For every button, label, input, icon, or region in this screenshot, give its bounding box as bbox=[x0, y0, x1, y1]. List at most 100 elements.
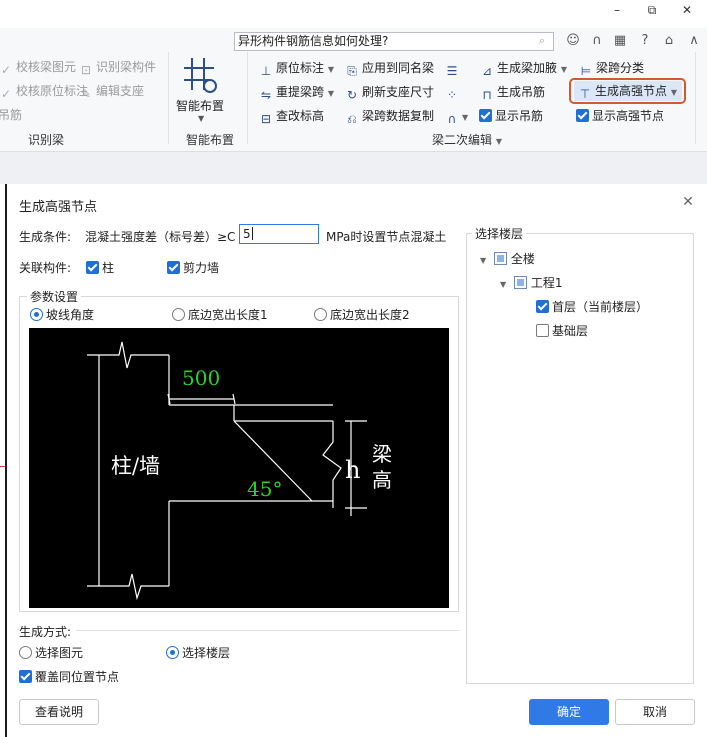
group-label-smart: 智能布置 bbox=[186, 133, 235, 147]
h-label: h bbox=[345, 456, 361, 484]
radio-unselected bbox=[172, 308, 185, 321]
radio-selected bbox=[30, 308, 43, 321]
radio-selected bbox=[166, 646, 179, 659]
help-button[interactable]: 查看说明 bbox=[19, 699, 99, 725]
chevron-down-icon[interactable]: ▼ bbox=[500, 280, 510, 289]
title-bar bbox=[0, 0, 707, 28]
hook-icon: ∩ bbox=[447, 112, 457, 126]
group-label-identify: 识别梁 bbox=[28, 133, 65, 147]
chevron-down-icon: ▼ bbox=[670, 88, 677, 97]
condition-suffix: MPa时设置节点混凝土 bbox=[326, 230, 447, 244]
refresh-icon: ↻ bbox=[346, 88, 358, 102]
restore-button[interactable]: ⧉ bbox=[637, 0, 667, 22]
radio-bottom-width-1[interactable]: 底边宽出长度1 bbox=[172, 306, 268, 323]
ok-button[interactable]: 确定 bbox=[529, 699, 609, 725]
ribbon-btn-check-beam[interactable]: ✓ 校核梁图元 bbox=[0, 57, 76, 77]
beam-label-1: 梁 bbox=[372, 442, 392, 466]
user-icon[interactable]: ☺ bbox=[564, 32, 582, 50]
search-text: 异形构件钢筋信息如何处理? bbox=[238, 34, 389, 48]
tree-item-project[interactable]: ▼ 工程1 bbox=[500, 274, 562, 291]
overwrite-checkbox[interactable]: 覆盖同位置节点 bbox=[19, 668, 119, 685]
radio-unselected bbox=[314, 308, 327, 321]
condition-text: 混凝土强度差（标号差）≥C bbox=[85, 230, 236, 244]
headset-icon[interactable]: ∩ bbox=[588, 32, 606, 50]
group-label-beam-edit: 梁二次编辑 ▼ bbox=[432, 133, 502, 147]
ribbon-btn-gen-haunch[interactable]: ⊿ 生成梁加腋 ▼ bbox=[479, 58, 567, 78]
angle-label: 45° bbox=[247, 477, 283, 501]
chevron-down-icon[interactable]: ▼ bbox=[480, 256, 490, 265]
ribbon-btn-grid[interactable]: ⁘ bbox=[444, 82, 462, 102]
smart-layout-button[interactable]: 智能布置 bbox=[176, 96, 224, 116]
ribbon-btn-list[interactable]: ☰ bbox=[444, 58, 462, 78]
haunch-icon: ⊿ bbox=[481, 64, 493, 78]
tree-item-foundation[interactable]: 基础层 bbox=[536, 322, 588, 339]
radio-select-floor[interactable]: 选择楼层 bbox=[166, 644, 230, 661]
smart-layout-icon[interactable] bbox=[180, 54, 224, 98]
radio-bottom-width-2[interactable]: 底边宽出长度2 bbox=[314, 306, 410, 323]
check-icon: ✓ bbox=[0, 87, 12, 101]
search-input[interactable]: 异形构件钢筋信息如何处理? ⌕ bbox=[234, 32, 554, 51]
divider bbox=[76, 630, 459, 631]
text-cursor bbox=[251, 227, 253, 240]
tree-item-first-floor[interactable]: 首层（当前楼层） bbox=[536, 298, 648, 315]
edit-icon: ✎ bbox=[80, 87, 92, 101]
chevron-up-icon[interactable]: ∧ bbox=[685, 32, 703, 50]
chevron-down-icon: ▼ bbox=[495, 137, 502, 146]
ribbon-btn-edit-support[interactable]: ✎ 编辑支座 bbox=[78, 81, 144, 101]
cancel-button[interactable]: 取消 bbox=[615, 699, 695, 725]
dimension-label: 500 bbox=[182, 366, 221, 390]
related-column-checkbox[interactable]: 柱 bbox=[86, 259, 114, 276]
condition-label: 生成条件: bbox=[19, 230, 72, 244]
checkbox-checked bbox=[19, 670, 32, 683]
label-icon: ⊥ bbox=[260, 64, 272, 78]
shirt-icon[interactable]: ⌂ bbox=[660, 32, 678, 50]
chevron-down-icon: ▼ bbox=[560, 65, 567, 74]
ribbon-btn-hanger[interactable]: 吊筋 bbox=[0, 105, 22, 125]
checkbox-checked bbox=[536, 300, 549, 313]
chevron-down-icon: ▼ bbox=[462, 113, 469, 122]
tree-item-all[interactable]: ▼ 全楼 bbox=[480, 250, 535, 267]
list-icon: ☰ bbox=[446, 64, 458, 78]
help-icon[interactable]: ? bbox=[636, 32, 654, 50]
classify-icon: ⊨ bbox=[580, 64, 592, 78]
floor-legend: 选择楼层 bbox=[472, 225, 527, 242]
strength-diff-input[interactable]: 5 bbox=[239, 224, 319, 244]
radio-select-element[interactable]: 选择图元 bbox=[19, 644, 83, 661]
ribbon-btn-identify-beam[interactable]: ⊡ 识别梁构件 bbox=[78, 57, 156, 77]
checkbox-partial bbox=[513, 276, 527, 289]
close-icon[interactable]: ✕ bbox=[680, 194, 696, 210]
params-legend: 参数设置 bbox=[27, 288, 82, 305]
checkbox-unchecked bbox=[536, 324, 549, 337]
ribbon-btn-refresh-support[interactable]: ↻ 刷新支座尺寸 bbox=[344, 82, 434, 102]
related-wall-checkbox[interactable]: 剪力墙 bbox=[167, 259, 219, 276]
node-icon: ⊤ bbox=[579, 87, 591, 101]
divider bbox=[247, 52, 248, 144]
minimize-button[interactable]: – bbox=[602, 0, 632, 22]
calendar-icon[interactable]: ▦ bbox=[611, 32, 629, 50]
search-icon[interactable]: ⌕ bbox=[535, 34, 549, 48]
ribbon-check-show-high-strength[interactable]: 显示高强节点 bbox=[576, 106, 664, 126]
ribbon-btn-span-classify[interactable]: ⊨ 梁跨分类 bbox=[578, 58, 644, 78]
apply-icon: ⎘ bbox=[347, 64, 357, 78]
checkbox-checked bbox=[86, 261, 99, 274]
close-window-button[interactable]: ✕ bbox=[672, 0, 702, 22]
ribbon-btn-apply-same-name[interactable]: ⎘ 应用到同名梁 bbox=[344, 58, 434, 78]
hanger-icon: ⊓ bbox=[482, 88, 492, 102]
ribbon-btn-edit-elevation[interactable]: ⊟ 查改标高 bbox=[258, 106, 324, 126]
grid-icon: ⁘ bbox=[446, 88, 458, 102]
ribbon-btn-copy-span-data[interactable]: ⎌ 梁跨数据复制 bbox=[344, 106, 434, 126]
chevron-down-icon[interactable]: ▼ bbox=[198, 114, 204, 123]
ribbon-btn-gen-hanger[interactable]: ⊓ 生成吊筋 bbox=[479, 82, 545, 102]
ribbon-btn-gen-high-strength[interactable]: ⊤ 生成高强节点 ▼ bbox=[574, 81, 682, 101]
check-icon: ✓ bbox=[0, 63, 12, 77]
checkbox-checked bbox=[576, 109, 589, 122]
radio-slope-angle[interactable]: 坡线角度 bbox=[30, 306, 94, 323]
beam-label-2: 高 bbox=[372, 468, 392, 492]
ribbon-btn-reextract-span[interactable]: ⇋ 重提梁跨 ▼ bbox=[258, 82, 334, 102]
copy-icon: ⎌ bbox=[347, 112, 357, 126]
ribbon-check-show-hanger[interactable]: 显示吊筋 bbox=[479, 106, 543, 126]
ribbon-btn-check-label[interactable]: ✓ 校核原位标注 bbox=[0, 81, 88, 101]
workspace-band bbox=[0, 152, 707, 184]
ribbon-btn-hook[interactable]: ∩ ▼ bbox=[444, 106, 469, 126]
ribbon-btn-inplace-label[interactable]: ⊥ 原位标注 ▼ bbox=[258, 58, 334, 78]
